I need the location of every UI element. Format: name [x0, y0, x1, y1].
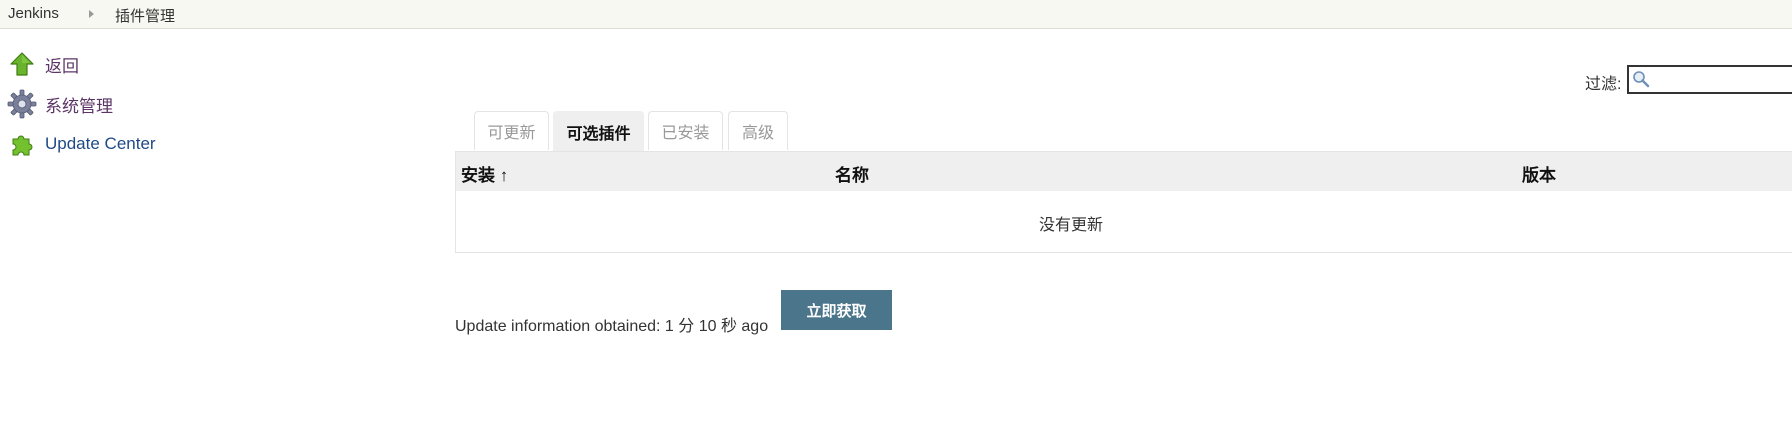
breadcrumb-jenkins-link[interactable]: Jenkins	[8, 5, 59, 22]
breadcrumb: Jenkins 插件管理	[0, 0, 1792, 29]
sidebar-item-update-center[interactable]: Update Center	[6, 129, 156, 159]
sidebar-item-label[interactable]: 返回	[45, 52, 79, 77]
gear-icon	[6, 89, 38, 119]
plugin-table: 安装 ↑ 名称 版本 没有更新	[455, 151, 1792, 253]
column-header-install[interactable]: 安装 ↑	[461, 161, 508, 186]
filter-input[interactable]	[1651, 67, 1792, 92]
tab-installed[interactable]: 已安装	[648, 111, 723, 150]
check-now-button[interactable]: 立即获取	[781, 290, 892, 330]
tab-updates[interactable]: 可更新	[474, 111, 549, 150]
update-info-text: Update information obtained: 1 分 10 秒 ag…	[455, 318, 769, 335]
breadcrumb-plugin-manager-link[interactable]: 插件管理	[115, 5, 175, 26]
table-header: 安装 ↑ 名称 版本	[456, 152, 1792, 191]
sidebar-item-label[interactable]: Update Center	[45, 134, 156, 154]
tab-available[interactable]: 可选插件	[553, 111, 644, 151]
breadcrumb-separator-icon[interactable]	[89, 10, 94, 18]
search-icon	[1632, 70, 1650, 88]
filter-label: 过滤:	[1585, 76, 1622, 93]
sidebar-item-label[interactable]: 系统管理	[45, 92, 113, 117]
tab-advanced[interactable]: 高级	[728, 111, 788, 150]
sidebar-item-back[interactable]: 返回	[6, 49, 79, 79]
empty-table-message: 没有更新	[1038, 217, 1103, 234]
column-header-version[interactable]: 版本	[1522, 161, 1556, 186]
sidebar-item-manage-jenkins[interactable]: 系统管理	[6, 89, 113, 119]
column-header-name[interactable]: 名称	[835, 161, 869, 186]
up-arrow-icon	[6, 49, 38, 79]
puzzle-icon	[6, 129, 38, 159]
filter-box[interactable]	[1627, 65, 1792, 94]
